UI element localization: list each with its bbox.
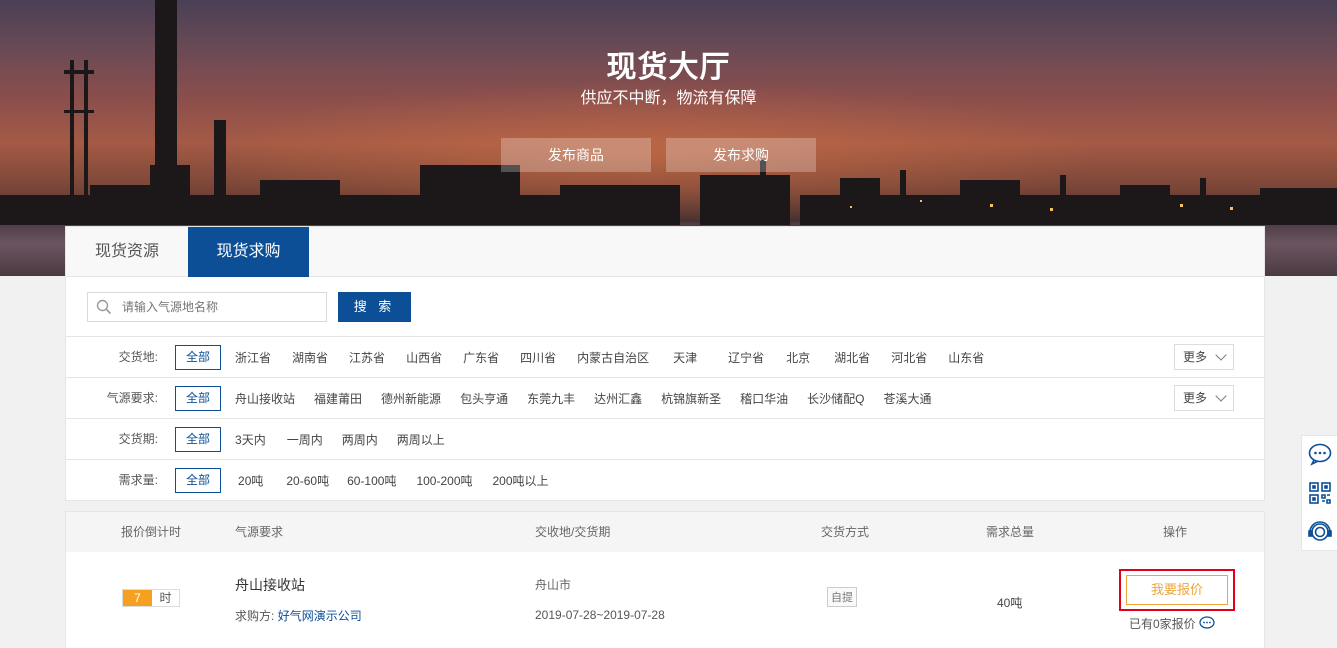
- filter-option[interactable]: 200吨以上: [493, 472, 549, 489]
- more-location-button[interactable]: 更多: [1174, 344, 1234, 370]
- filter-option[interactable]: 60-100吨: [347, 472, 396, 489]
- filter-option[interactable]: 20吨: [238, 472, 263, 489]
- headset-icon[interactable]: [1308, 520, 1332, 544]
- filter-option[interactable]: 达州汇鑫: [594, 390, 642, 407]
- filter-option[interactable]: 舟山接收站: [235, 390, 295, 407]
- page-subtitle: 供应不中断，物流有保障: [580, 90, 757, 107]
- publish-goods-button[interactable]: 发布商品: [501, 138, 651, 172]
- quote-button[interactable]: 我要报价: [1126, 575, 1228, 605]
- filter-option[interactable]: 德州新能源: [381, 390, 441, 407]
- row-source: 舟山接收站: [235, 577, 305, 593]
- filter-option[interactable]: 湖北省: [834, 349, 870, 366]
- filter-option-all[interactable]: 全部: [175, 426, 222, 452]
- header-delivery: 交货方式: [821, 525, 870, 539]
- tab-bar: 现货资源 现货求购: [66, 227, 1264, 277]
- filter-option[interactable]: 浙江省: [235, 349, 271, 366]
- filter-option[interactable]: 杭锦旗新圣: [661, 390, 721, 407]
- filter-row-period: 交货期: 全部 3天内 一周内 两周内 两周以上: [66, 419, 1264, 460]
- filter-option[interactable]: 包头亨通: [460, 390, 508, 407]
- filter-option[interactable]: 辽宁省: [728, 349, 764, 366]
- filter-option[interactable]: 3天内: [235, 431, 266, 448]
- chat-icon[interactable]: [1199, 616, 1215, 630]
- row-quantity: 40吨: [997, 596, 1023, 610]
- filter-option[interactable]: 山西省: [406, 349, 442, 366]
- filter-option[interactable]: 内蒙古自治区: [577, 349, 649, 366]
- table-row: 7 时 舟山接收站 求购方: 好气网演示公司 舟山市 2019-07-28~20…: [66, 552, 1264, 648]
- more-label: 更多: [1183, 350, 1208, 364]
- chevron-down-icon: [1215, 390, 1227, 402]
- tab-spot-resources[interactable]: 现货资源: [66, 227, 188, 276]
- filter-option[interactable]: 江苏省: [349, 349, 385, 366]
- header-action: 操作: [1163, 525, 1188, 539]
- filter-options-source: 全部 舟山接收站 福建莆田 德州新能源 包头亨通 东莞九丰 达州汇鑫 杭锦旗新圣…: [175, 378, 953, 418]
- filter-option-all[interactable]: 全部: [175, 385, 222, 411]
- search-button[interactable]: 搜 索: [338, 292, 411, 322]
- filter-row-location: 交货地: 全部 浙江省 湖南省 江苏省 山西省 广东省 四川省 内蒙古自治区 天…: [66, 337, 1264, 378]
- row-city: 舟山市: [535, 578, 572, 592]
- more-label: 更多: [1183, 391, 1208, 405]
- publish-demand-button[interactable]: 发布求购: [666, 138, 816, 172]
- quote-count: 已有0家报价: [1129, 615, 1215, 632]
- filter-option[interactable]: 苍溪大通: [883, 390, 931, 407]
- filter-row-source: 气源要求: 全部 舟山接收站 福建莆田 德州新能源 包头亨通 东莞九丰 达州汇鑫…: [66, 378, 1264, 419]
- search-row: 搜 索: [66, 277, 1264, 337]
- filter-option[interactable]: 100-200吨: [416, 472, 472, 489]
- filter-option[interactable]: 两周内: [342, 431, 378, 448]
- more-source-button[interactable]: 更多: [1174, 385, 1234, 411]
- filter-options-period: 全部 3天内 一周内 两周内 两周以上: [175, 419, 466, 459]
- header-place-date: 交收地/交货期: [535, 525, 611, 539]
- filter-option[interactable]: 东莞九丰: [527, 390, 575, 407]
- filter-option[interactable]: 广东省: [463, 349, 499, 366]
- search-box: [87, 292, 327, 322]
- row-date-range: 2019-07-28~2019-07-28: [535, 608, 665, 622]
- filter-option[interactable]: 北京: [786, 349, 810, 366]
- filter-option[interactable]: 湖南省: [292, 349, 328, 366]
- countdown-value: 7: [123, 590, 152, 606]
- filter-option[interactable]: 长沙储配Q: [807, 390, 864, 407]
- filter-row-quantity: 需求量: 全部 20吨 20-60吨 60-100吨 100-200吨 200吨…: [66, 460, 1264, 501]
- delivery-badge: 自提: [827, 587, 857, 607]
- filter-option[interactable]: 四川省: [520, 349, 556, 366]
- filter-option-all[interactable]: 全部: [175, 344, 222, 370]
- row-buyer: 求购方: 好气网演示公司: [235, 607, 362, 624]
- filter-option[interactable]: 天津: [673, 349, 697, 366]
- filter-option[interactable]: 20-60吨: [286, 472, 329, 489]
- tab-spot-demand[interactable]: 现货求购: [188, 227, 309, 277]
- buyer-link[interactable]: 好气网演示公司: [278, 609, 362, 623]
- filter-option[interactable]: 一周内: [287, 431, 323, 448]
- filter-label-location: 交货地:: [118, 350, 158, 364]
- chat-icon[interactable]: [1308, 442, 1332, 466]
- side-toolbar: [1301, 435, 1337, 551]
- filter-option[interactable]: 稽口华油: [740, 390, 788, 407]
- filter-options-location: 全部 浙江省 湖南省 江苏省 山西省 广东省 四川省 内蒙古自治区 天津 辽宁省…: [175, 337, 1005, 377]
- chevron-down-icon: [1215, 349, 1227, 361]
- filter-options-quantity: 全部 20吨 20-60吨 60-100吨 100-200吨 200吨以上: [175, 460, 570, 500]
- header-source: 气源要求: [235, 525, 284, 539]
- countdown: 7 时: [122, 589, 180, 607]
- header-total: 需求总量: [986, 525, 1035, 539]
- filter-option[interactable]: 福建莆田: [314, 390, 362, 407]
- filter-panel: 现货资源 现货求购 搜 索 交货地: 全部 浙江省 湖南省 江苏省 山西省 广东…: [65, 226, 1265, 501]
- header-countdown: 报价倒计时: [121, 525, 182, 539]
- quote-count-text: 已有0家报价: [1129, 617, 1196, 631]
- search-icon: [96, 299, 112, 315]
- countdown-unit: 时: [159, 591, 172, 605]
- buyer-label: 求购方:: [235, 609, 275, 623]
- quote-highlight: 我要报价: [1119, 569, 1235, 611]
- filter-option[interactable]: 河北省: [891, 349, 927, 366]
- filter-label-quantity: 需求量:: [118, 473, 158, 487]
- filter-option[interactable]: 山东省: [948, 349, 984, 366]
- filter-label-period: 交货期:: [118, 432, 158, 446]
- list-header: 报价倒计时 气源要求 交收地/交货期 交货方式 需求总量 操作: [66, 512, 1264, 552]
- demand-list: 报价倒计时 气源要求 交收地/交货期 交货方式 需求总量 操作 7 时 舟山接收…: [65, 511, 1265, 648]
- filter-option[interactable]: 两周以上: [397, 431, 445, 448]
- qr-code-icon[interactable]: [1308, 481, 1332, 505]
- filter-label-source: 气源要求:: [106, 391, 158, 405]
- page-title: 现货大厅: [606, 51, 731, 84]
- filter-option-all[interactable]: 全部: [175, 467, 222, 493]
- search-input[interactable]: [122, 293, 322, 321]
